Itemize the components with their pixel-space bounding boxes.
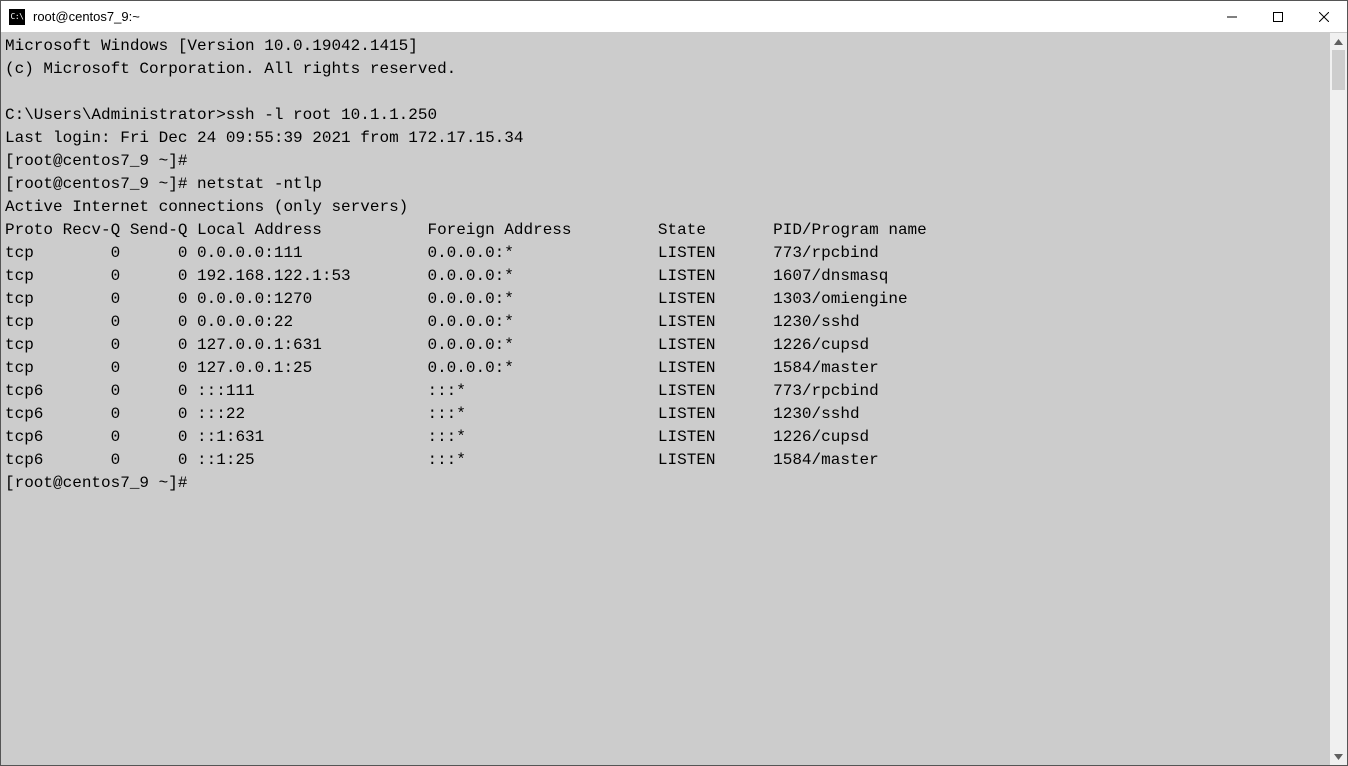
terminal-line: [root@centos7_9 ~]# bbox=[5, 474, 187, 492]
close-button[interactable] bbox=[1301, 1, 1347, 32]
scrollbar-track[interactable] bbox=[1330, 50, 1347, 748]
terminal-line: (c) Microsoft Corporation. All rights re… bbox=[5, 60, 456, 78]
terminal-line: tcp6 0 0 :::111 :::* LISTEN 773/rpcbind bbox=[5, 382, 879, 400]
terminal-output[interactable]: Microsoft Windows [Version 10.0.19042.14… bbox=[1, 33, 1347, 495]
scroll-up-button[interactable] bbox=[1330, 33, 1347, 50]
terminal-line: tcp 0 0 127.0.0.1:631 0.0.0.0:* LISTEN 1… bbox=[5, 336, 869, 354]
terminal-line: Microsoft Windows [Version 10.0.19042.14… bbox=[5, 37, 418, 55]
chevron-down-icon bbox=[1334, 754, 1343, 760]
terminal-line: C:\Users\Administrator>ssh -l root 10.1.… bbox=[5, 106, 437, 124]
window-controls bbox=[1209, 1, 1347, 32]
maximize-icon bbox=[1273, 12, 1283, 22]
terminal-line: tcp 0 0 192.168.122.1:53 0.0.0.0:* LISTE… bbox=[5, 267, 888, 285]
scroll-down-button[interactable] bbox=[1330, 748, 1347, 765]
terminal-line: Active Internet connections (only server… bbox=[5, 198, 408, 216]
terminal-line: tcp 0 0 0.0.0.0:22 0.0.0.0:* LISTEN 1230… bbox=[5, 313, 860, 331]
terminal-line: tcp 0 0 127.0.0.1:25 0.0.0.0:* LISTEN 15… bbox=[5, 359, 879, 377]
scrollbar-thumb[interactable] bbox=[1332, 50, 1345, 90]
chevron-up-icon bbox=[1334, 39, 1343, 45]
close-icon bbox=[1319, 12, 1329, 22]
terminal-line: tcp 0 0 0.0.0.0:111 0.0.0.0:* LISTEN 773… bbox=[5, 244, 879, 262]
minimize-button[interactable] bbox=[1209, 1, 1255, 32]
maximize-button[interactable] bbox=[1255, 1, 1301, 32]
terminal-line: [root@centos7_9 ~]# bbox=[5, 152, 187, 170]
terminal-line: tcp6 0 0 :::22 :::* LISTEN 1230/sshd bbox=[5, 405, 860, 423]
minimize-icon bbox=[1227, 12, 1237, 22]
terminal-line: Last login: Fri Dec 24 09:55:39 2021 fro… bbox=[5, 129, 523, 147]
terminal-line: tcp6 0 0 ::1:25 :::* LISTEN 1584/master bbox=[5, 451, 879, 469]
terminal-client-area[interactable]: Microsoft Windows [Version 10.0.19042.14… bbox=[1, 33, 1347, 765]
terminal-line: Proto Recv-Q Send-Q Local Address Foreig… bbox=[5, 221, 927, 239]
terminal-line: tcp6 0 0 ::1:631 :::* LISTEN 1226/cupsd bbox=[5, 428, 869, 446]
terminal-line: tcp 0 0 0.0.0.0:1270 0.0.0.0:* LISTEN 13… bbox=[5, 290, 908, 308]
app-window: C:\ root@centos7_9:~ Microsoft Windows [… bbox=[0, 0, 1348, 766]
vertical-scrollbar[interactable] bbox=[1330, 33, 1347, 765]
title-bar[interactable]: C:\ root@centos7_9:~ bbox=[1, 1, 1347, 33]
app-icon: C:\ bbox=[9, 9, 25, 25]
terminal-line: [root@centos7_9 ~]# netstat -ntlp bbox=[5, 175, 322, 193]
window-title: root@centos7_9:~ bbox=[33, 9, 140, 24]
